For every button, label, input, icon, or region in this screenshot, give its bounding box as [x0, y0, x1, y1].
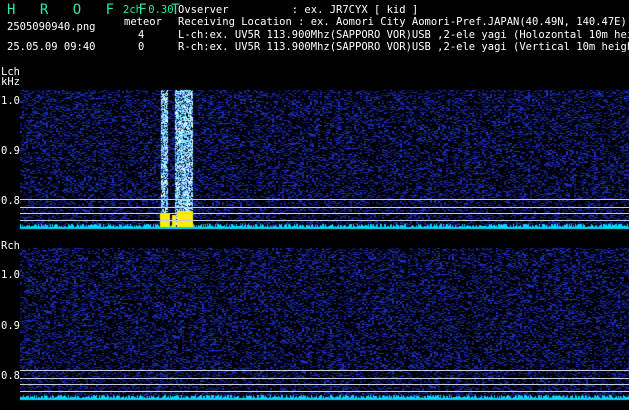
- lch-reference-line: [20, 207, 629, 208]
- channel-version: 2ch 0.30: [123, 4, 174, 16]
- rch-ytick: 1.0: [1, 269, 20, 281]
- lch-ytick: 0.9: [1, 145, 20, 157]
- image-filename: 2505090940.png: [7, 21, 96, 33]
- location-info: Receiving Location : ex. Aomori City Aom…: [178, 16, 627, 28]
- lch-unit-label: kHz: [1, 76, 20, 88]
- rch-channel-label: Rch: [1, 240, 20, 252]
- lch-reference-line: [20, 213, 629, 214]
- meteor-count-rch: 0: [138, 41, 145, 53]
- meteor-label: meteor: [124, 16, 162, 28]
- datetime: 25.05.09 09:40: [7, 41, 96, 53]
- lch-receiver-info: L-ch:ex. UV5R 113.900Mhz(SAPPORO VOR)USB…: [178, 29, 629, 41]
- rch-reference-line: [20, 378, 629, 379]
- lch-reference-line: [20, 220, 629, 221]
- lch-ytick: 1.0: [1, 95, 20, 107]
- rch-reference-line: [20, 391, 629, 392]
- lch-reference-line: [20, 199, 629, 200]
- rch-ytick: 0.8: [1, 370, 20, 382]
- lch-spectrogram: [20, 78, 629, 233]
- rch-spectrogram: [20, 246, 629, 404]
- rch-ytick: 0.9: [1, 320, 20, 332]
- lch-ytick: 0.8: [1, 195, 20, 207]
- observer-info: Ovserver : ex. JR7CYX [ kid ]: [178, 4, 419, 16]
- rch-reference-line: [20, 370, 629, 371]
- meteor-count-lch: 4: [138, 29, 145, 41]
- rch-reference-line: [20, 384, 629, 385]
- rch-receiver-info: R-ch:ex. UV5R 113.900Mhz(SAPPORO VOR)USB…: [178, 41, 629, 53]
